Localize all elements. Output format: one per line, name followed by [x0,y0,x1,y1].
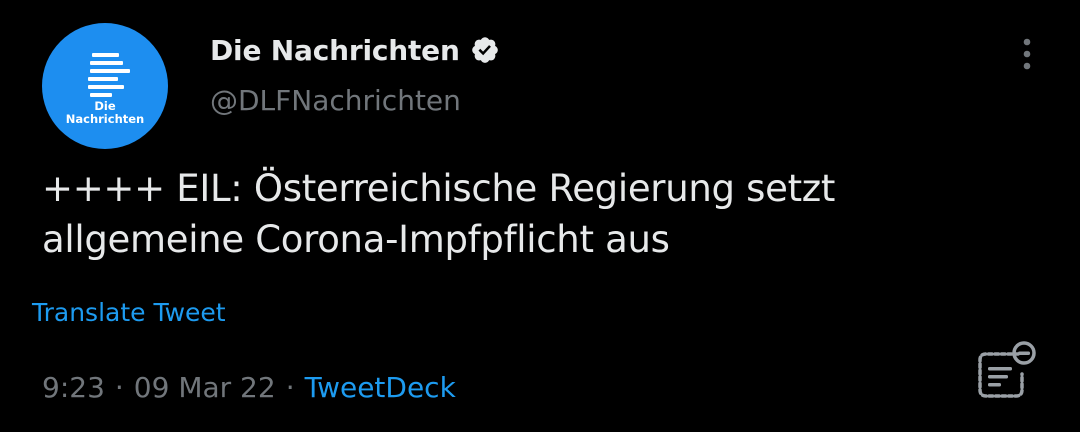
meta-separator: · [285,371,295,404]
nachrichten-logo-icon [88,53,130,97]
tweet-meta: 9:23 · 09 Mar 22 · TweetDeck [42,371,456,404]
verified-badge-icon [471,37,498,63]
tweet-time[interactable]: 9:23 [42,371,105,404]
tweet-text-line1: ++++ EIL: Österreichische Regierung setz… [42,167,836,210]
author-handle[interactable]: @DLFNachrichten [210,84,461,117]
avatar-label-line2: Nachrichten [65,112,145,126]
avatar[interactable]: Die Nachrichten [42,23,168,149]
author-name-row: Die Nachrichten [210,30,500,70]
translate-tweet-link[interactable]: Translate Tweet [32,298,226,327]
tweet-text: ++++ EIL: Österreichische Regierung setz… [42,163,1032,265]
tweet-source-link[interactable]: TweetDeck [305,371,456,404]
tweet-date[interactable]: 09 Mar 22 [134,371,276,404]
display-name[interactable]: Die Nachrichten [210,34,460,67]
tweet-text-line2: allgemeine Corona-Impfpflicht aus [42,218,670,261]
tweet-card: Die Nachrichten Die Nachrichten @DLFNach… [0,0,1080,432]
more-vertical-icon[interactable] [1012,34,1042,74]
tweet-analytics-icon[interactable] [972,340,1038,406]
meta-separator: · [114,371,124,404]
